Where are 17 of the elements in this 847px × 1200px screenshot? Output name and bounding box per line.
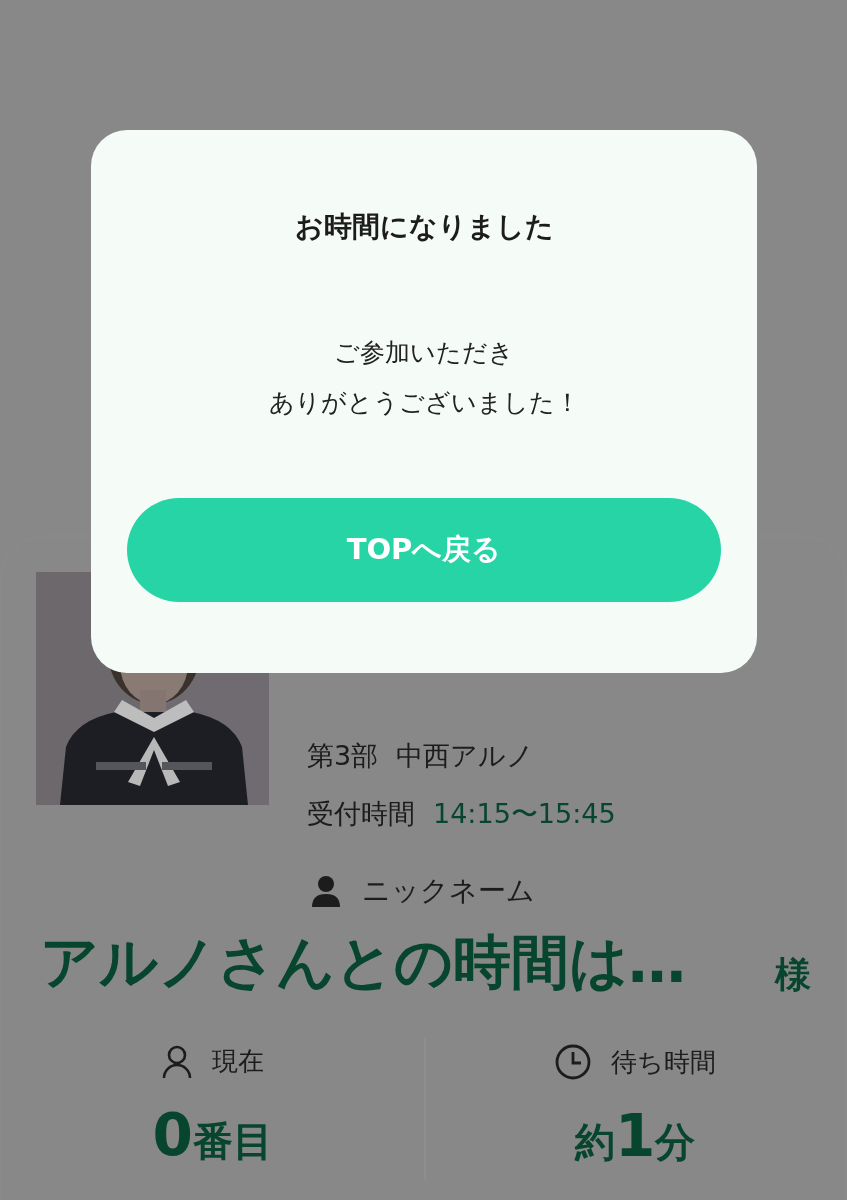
reception-time: 14:15〜15:45 [433,797,616,831]
top-button[interactable]: TOPへ戻る [127,498,721,602]
nickname-label: ニックネーム [362,873,535,909]
reception-label: 受付時間 [307,797,415,831]
session-label: 第3部 [307,739,379,773]
dialog-title: お時間になりました [294,209,554,245]
person-icon [161,1044,192,1079]
clock-icon [554,1044,591,1080]
nickname: アルノさんとの時間は… [40,927,687,998]
dialog-message: ご参加いただき ありがとうございました！ [268,337,580,419]
stat-value: 0番目 [152,1101,273,1169]
person-icon [312,875,340,907]
honorific: 様 [775,953,811,997]
performer-name: 中西アルノ [396,739,535,773]
stat-label: 待ち時間 [610,1045,716,1079]
stat-label: 現在 [211,1045,264,1078]
stat-value: 約1分 [575,1102,696,1170]
